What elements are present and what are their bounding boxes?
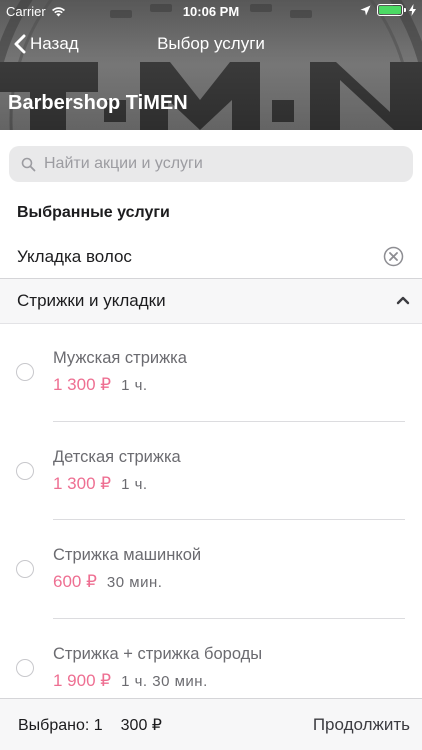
- service-price: 1 300 ₽: [53, 375, 112, 394]
- service-duration: 30 мин.: [106, 574, 163, 591]
- service-item[interactable]: Детская стрижка 1 300 ₽ 1 ч.: [0, 422, 422, 521]
- search-icon: [21, 157, 36, 171]
- search-box[interactable]: [9, 146, 413, 182]
- status-right: [360, 4, 416, 16]
- service-price: 1 900 ₽: [53, 671, 112, 690]
- service-radio[interactable]: [16, 659, 34, 677]
- service-duration: 1 ч. 30 мин.: [121, 673, 208, 690]
- selected-total: 300 ₽: [120, 717, 162, 734]
- bottom-bar: Выбрано: 1 300 ₽ Продолжить: [0, 698, 422, 750]
- service-duration: 1 ч.: [121, 377, 148, 394]
- selected-service-label: Укладка волос: [17, 247, 132, 266]
- location-arrow-icon: [360, 5, 371, 15]
- service-radio[interactable]: [16, 560, 34, 578]
- service-price-row: 1 300 ₽ 1 ч.: [53, 375, 148, 395]
- service-price-row: 1 300 ₽ 1 ч.: [53, 474, 148, 494]
- status-time: 10:06 PM: [182, 4, 240, 19]
- continue-button[interactable]: Продолжить: [313, 715, 410, 735]
- search-area: [0, 130, 422, 195]
- service-price-row: 1 900 ₽ 1 ч. 30 мин.: [53, 671, 208, 691]
- service-name: Стрижка машинкой: [53, 546, 202, 564]
- service-price-row: 600 ₽ 30 мин.: [53, 572, 162, 592]
- service-item[interactable]: Стрижка машинкой 600 ₽ 30 мин.: [0, 520, 422, 619]
- service-name: Стрижка + стрижка бороды: [53, 645, 263, 663]
- service-radio[interactable]: [16, 363, 34, 381]
- battery-fill: [379, 6, 401, 14]
- selection-summary: Выбрано: 1 300 ₽: [18, 715, 162, 735]
- status-bar: Carrier 10:06 PM: [0, 0, 422, 22]
- clear-circle-icon[interactable]: [383, 246, 404, 267]
- hero-header: Carrier 10:06 PM Назад Выбор услуги Barb…: [0, 0, 422, 130]
- service-item[interactable]: Мужская стрижка 1 300 ₽ 1 ч.: [0, 323, 422, 422]
- service-item[interactable]: Стрижка + стрижка бороды 1 900 ₽ 1 ч. 30 …: [0, 619, 422, 698]
- selected-service-item: Укладка волос: [0, 236, 422, 278]
- category-header[interactable]: Стрижки и укладки: [0, 279, 422, 323]
- service-name: Мужская стрижка: [53, 349, 187, 367]
- service-name: Детская стрижка: [53, 448, 181, 466]
- page-title: Выбор услуги: [157, 34, 265, 53]
- selected-count: Выбрано: 1: [18, 717, 103, 734]
- category-label: Стрижки и укладки: [17, 291, 166, 310]
- service-price: 1 300 ₽: [53, 474, 112, 493]
- selected-services-heading: Выбранные услуги: [17, 204, 170, 221]
- shop-name: Barbershop TiMEN: [8, 92, 188, 114]
- search-input[interactable]: [44, 155, 384, 173]
- service-price: 600 ₽: [53, 572, 97, 591]
- charging-bolt-icon: [409, 4, 416, 16]
- battery-icon: [377, 4, 406, 16]
- service-duration: 1 ч.: [121, 476, 148, 493]
- chevron-up-icon: [396, 296, 410, 305]
- service-radio[interactable]: [16, 462, 34, 480]
